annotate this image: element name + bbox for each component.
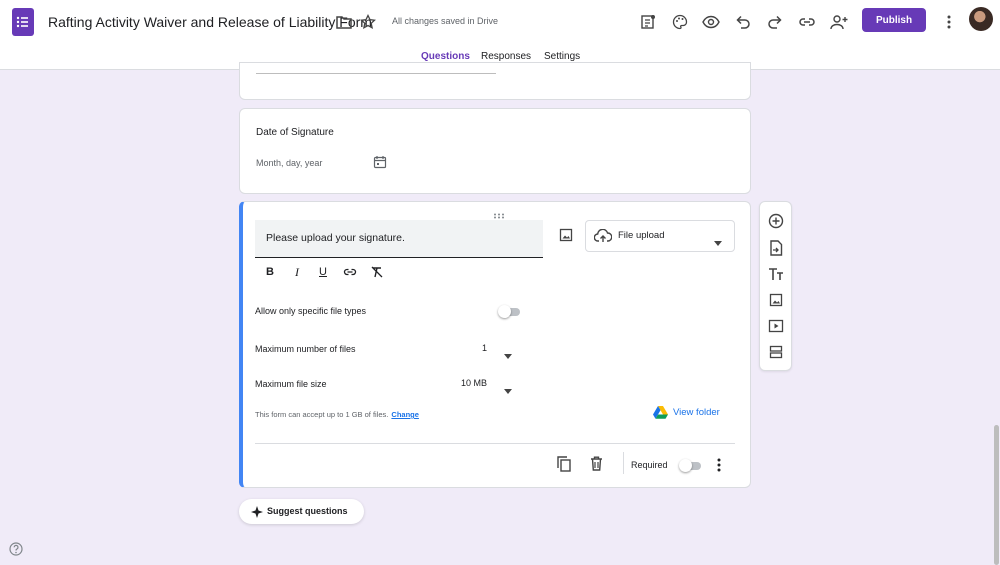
question-title-text: Please upload your signature. bbox=[266, 232, 405, 244]
duplicate-icon[interactable] bbox=[557, 456, 571, 477]
google-drive-icon bbox=[653, 406, 668, 424]
preview-icon[interactable] bbox=[700, 11, 722, 33]
question-type-label: File upload bbox=[618, 230, 665, 241]
cloud-upload-icon bbox=[593, 228, 613, 248]
palette-icon[interactable] bbox=[669, 11, 691, 33]
tab-questions[interactable]: Questions bbox=[421, 51, 470, 62]
formatting-toolbar: B I U bbox=[263, 265, 393, 279]
date-placeholder: Month, day, year bbox=[256, 158, 323, 168]
storage-note: This form can accept up to 1 GB of files… bbox=[255, 410, 419, 419]
calendar-icon bbox=[373, 155, 387, 174]
max-size-value[interactable]: 10 MB bbox=[443, 378, 487, 388]
question-type-dropdown[interactable]: File upload bbox=[585, 220, 735, 252]
card-footer-divider bbox=[255, 443, 735, 444]
tab-settings[interactable]: Settings bbox=[544, 51, 580, 62]
chevron-down-icon bbox=[714, 233, 722, 251]
date-question-card[interactable]: Date of Signature Month, day, year bbox=[239, 108, 751, 194]
sparkle-icon bbox=[251, 505, 263, 523]
footer-separator bbox=[623, 452, 624, 474]
required-label: Required bbox=[631, 460, 668, 470]
max-files-label: Maximum number of files bbox=[255, 344, 356, 354]
italic-icon[interactable]: I bbox=[290, 265, 304, 279]
forms-logo-icon[interactable] bbox=[12, 8, 34, 36]
chevron-down-icon[interactable] bbox=[504, 381, 512, 399]
view-folder-label: View folder bbox=[673, 407, 720, 418]
chevron-down-icon[interactable] bbox=[504, 346, 512, 364]
add-image-icon[interactable] bbox=[767, 291, 785, 309]
max-files-value[interactable]: 1 bbox=[473, 343, 487, 353]
answer-line bbox=[256, 73, 496, 74]
question-title: Date of Signature bbox=[256, 127, 334, 138]
more-vert-icon[interactable] bbox=[938, 11, 960, 33]
view-folder-button[interactable]: View folder bbox=[653, 405, 733, 421]
link-icon[interactable] bbox=[796, 11, 818, 33]
add-image-icon[interactable] bbox=[559, 228, 573, 247]
add-question-icon[interactable] bbox=[767, 212, 785, 230]
max-size-label: Maximum file size bbox=[255, 379, 327, 389]
customize-icon[interactable] bbox=[637, 11, 659, 33]
insert-link-icon[interactable] bbox=[343, 265, 357, 279]
delete-icon[interactable] bbox=[590, 456, 603, 476]
page-scrollbar[interactable] bbox=[994, 425, 999, 565]
file-upload-question-card[interactable]: Please upload your signature. File uploa… bbox=[239, 201, 751, 488]
avatar[interactable] bbox=[969, 7, 993, 31]
redo-icon[interactable] bbox=[764, 11, 786, 33]
top-bar: Rafting Activity Waiver and Release of L… bbox=[0, 0, 1000, 70]
star-icon[interactable] bbox=[357, 11, 379, 33]
tab-responses[interactable]: Responses bbox=[481, 51, 531, 62]
underline-icon[interactable]: U bbox=[316, 265, 330, 279]
add-section-icon[interactable] bbox=[767, 343, 785, 361]
undo-icon[interactable] bbox=[732, 11, 754, 33]
question-title-input[interactable]: Please upload your signature. bbox=[255, 220, 543, 258]
add-title-icon[interactable] bbox=[767, 265, 785, 283]
required-toggle[interactable] bbox=[679, 459, 703, 472]
allow-specific-types-label: Allow only specific file types bbox=[255, 306, 367, 316]
import-questions-icon[interactable] bbox=[767, 239, 785, 257]
bold-icon[interactable]: B bbox=[263, 265, 277, 279]
document-title[interactable]: Rafting Activity Waiver and Release of L… bbox=[48, 14, 372, 30]
help-icon[interactable] bbox=[9, 542, 23, 561]
change-link[interactable]: Change bbox=[391, 410, 419, 419]
storage-note-text: This form can accept up to 1 GB of files… bbox=[255, 410, 389, 419]
folder-icon[interactable] bbox=[333, 11, 355, 33]
add-video-icon[interactable] bbox=[767, 317, 785, 335]
save-status: All changes saved in Drive bbox=[392, 16, 499, 26]
more-options-icon[interactable] bbox=[717, 458, 721, 477]
publish-button[interactable]: Publish bbox=[862, 8, 926, 32]
suggest-questions-button[interactable]: Suggest questions bbox=[239, 499, 364, 524]
previous-question-card[interactable] bbox=[239, 62, 751, 100]
allow-specific-types-toggle[interactable] bbox=[498, 305, 522, 318]
add-collaborator-icon[interactable] bbox=[828, 11, 850, 33]
clear-formatting-icon[interactable] bbox=[370, 265, 384, 279]
floating-toolbar bbox=[759, 201, 792, 371]
suggest-questions-label: Suggest questions bbox=[267, 506, 348, 516]
